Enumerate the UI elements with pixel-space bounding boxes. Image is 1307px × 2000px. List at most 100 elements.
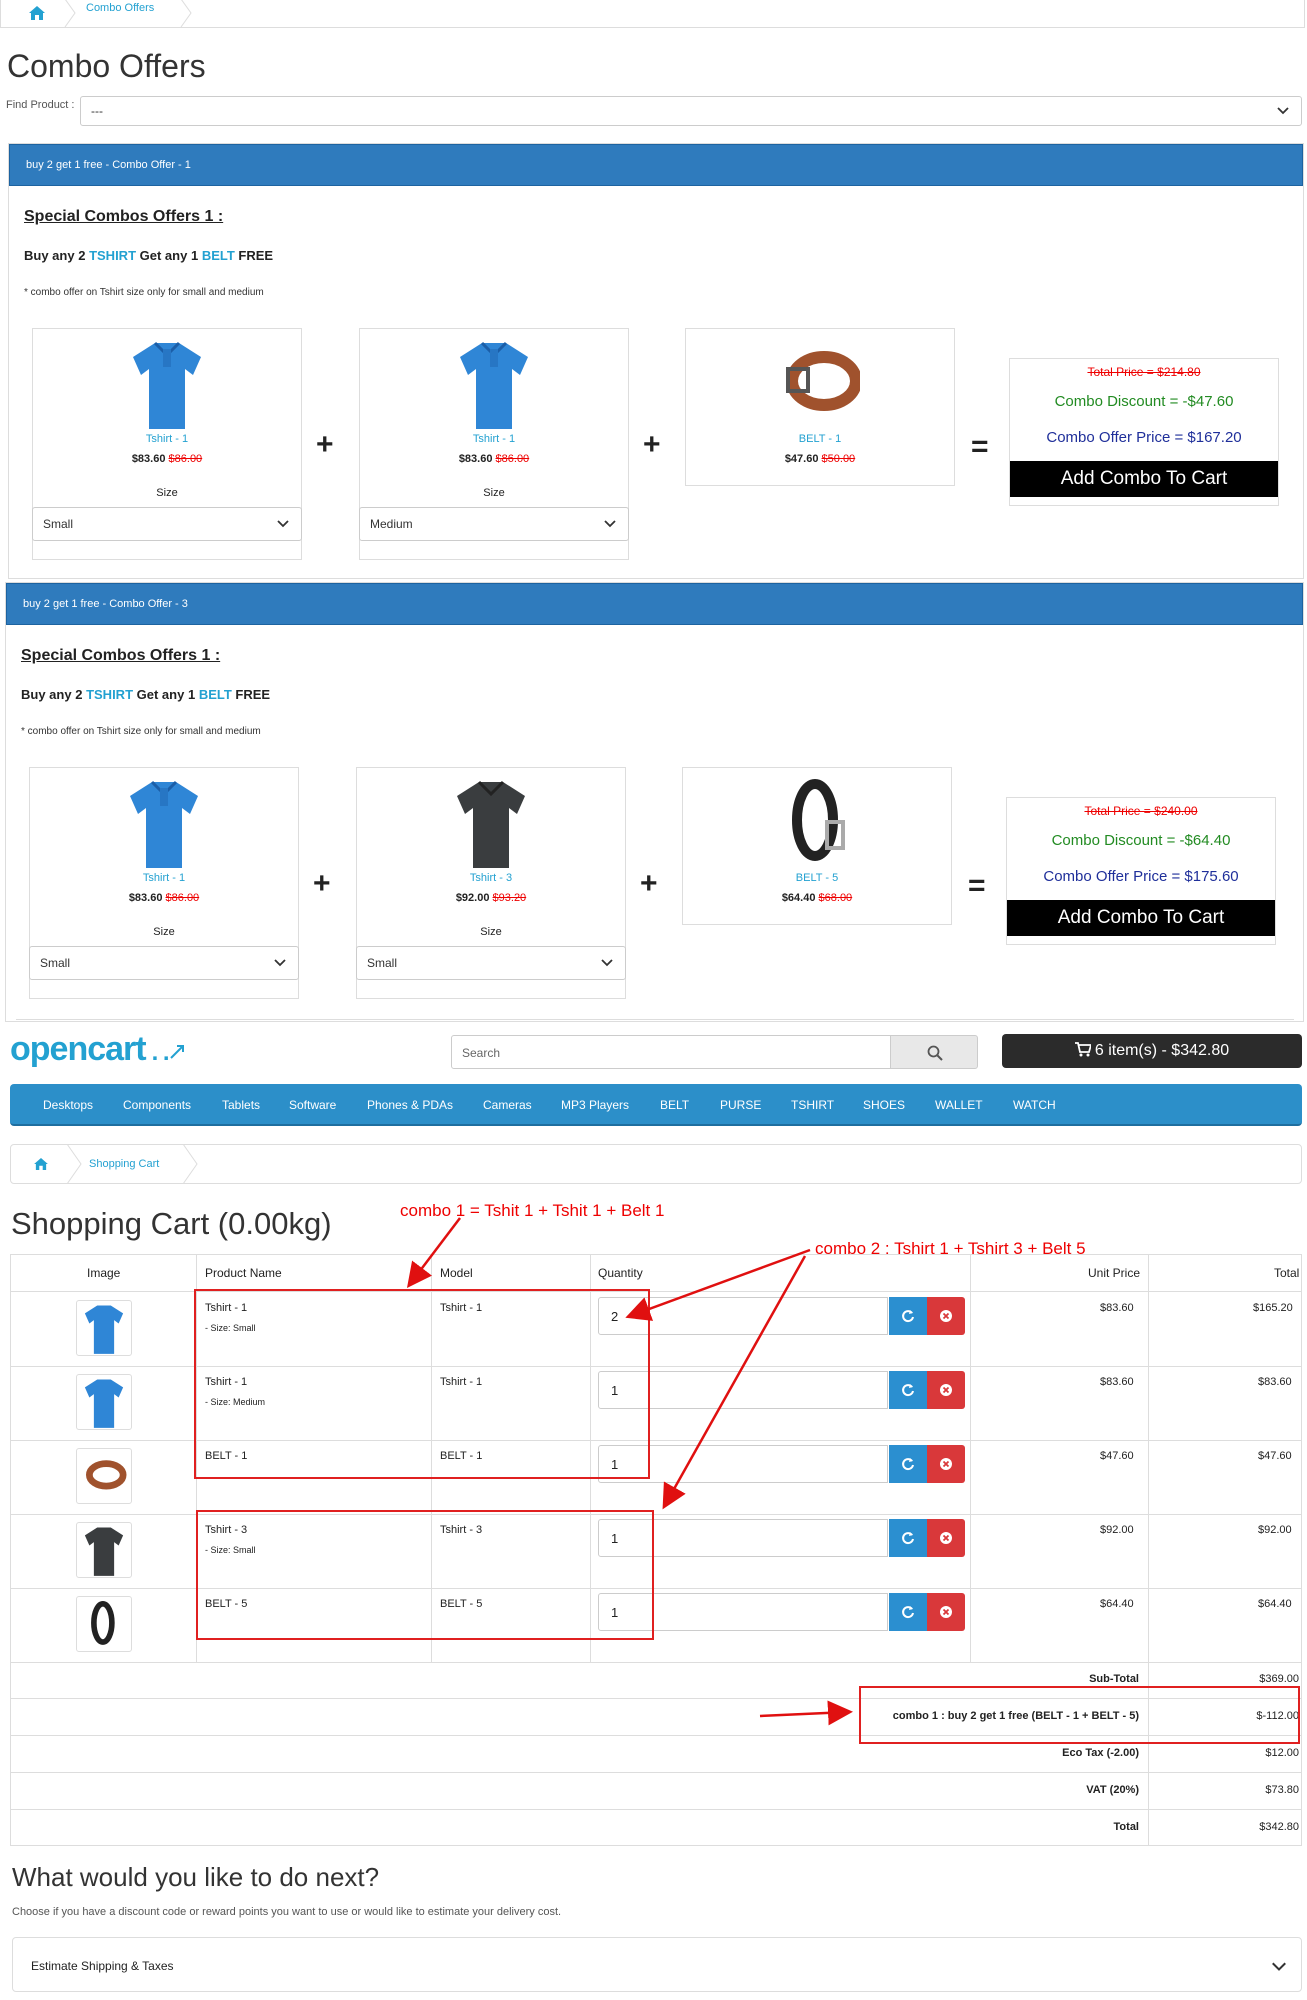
combo-product-name[interactable]: Tshirt - 1	[33, 433, 301, 445]
total-label: Total	[1113, 1821, 1139, 1833]
table-row-thumbnail[interactable]	[76, 1300, 132, 1356]
table-row-thumbnail[interactable]	[76, 1448, 132, 1504]
row-unit-price: $64.40	[1100, 1598, 1134, 1610]
annotation-combo-1: combo 1 = Tshit 1 + Tshit 1 + Belt 1	[400, 1201, 665, 1220]
size-label: Size	[153, 926, 175, 938]
size-select[interactable]: Small	[29, 946, 299, 980]
update-button[interactable]	[889, 1297, 927, 1335]
col-header-quantity: Quantity	[598, 1266, 643, 1280]
col-divider	[1148, 1254, 1149, 1846]
size-select[interactable]: Medium	[359, 507, 629, 541]
combo-product-card: Tshirt - 1 $83.60 $86.00 Size Small	[32, 328, 302, 560]
combo-offer-price: Combo Offer Price = $175.60	[1043, 868, 1239, 885]
combo-product-name[interactable]: BELT - 5	[683, 872, 951, 884]
total-price: Total Price = $214.80	[1087, 365, 1201, 379]
find-product-label: Find Product :	[6, 99, 75, 111]
find-product-select[interactable]: ---	[80, 96, 1302, 126]
nav-item-mp3[interactable]: MP3 Players	[561, 1098, 629, 1112]
plus-sign: +	[640, 867, 658, 900]
belt-brown-icon[interactable]	[780, 335, 860, 431]
nav-item-shoes[interactable]: SHOES	[863, 1098, 905, 1112]
combo-product-name[interactable]: Tshirt - 1	[360, 433, 628, 445]
refresh-icon	[902, 1458, 914, 1471]
nav-item-components[interactable]: Components	[123, 1098, 191, 1112]
tshirt-dark-icon[interactable]	[451, 774, 531, 870]
home-icon[interactable]	[29, 1154, 53, 1174]
breadcrumb-combo-offers[interactable]: Combo Offers	[86, 2, 154, 14]
tshirt-blue-icon[interactable]	[124, 774, 204, 870]
remove-button[interactable]	[927, 1297, 965, 1335]
table-row-thumbnail[interactable]	[76, 1596, 132, 1652]
update-button[interactable]	[889, 1593, 927, 1631]
combo-panel-header: buy 2 get 1 free - Combo Offer - 1	[9, 144, 1303, 186]
row-total: $92.00	[1258, 1524, 1292, 1536]
total-price: Total Price = $240.00	[1084, 804, 1198, 818]
annotation-combo-2: combo 2 : Tshirt 1 + Tshirt 3 + Belt 5	[815, 1239, 1086, 1258]
tshirt-blue-icon	[84, 1379, 124, 1428]
nav-item-purse[interactable]: PURSE	[720, 1098, 761, 1112]
tshirt-blue-icon[interactable]	[127, 335, 207, 431]
eco-tax-label: Eco Tax (-2.00)	[1062, 1747, 1139, 1759]
home-icon[interactable]	[23, 2, 51, 24]
combo-product-price: $92.00 $93.20	[455, 892, 527, 904]
special-combos-title: Special Combos Offers 1 :	[24, 208, 224, 225]
combo-offer-panel-2: buy 2 get 1 free - Combo Offer - 3 Speci…	[5, 582, 1304, 1022]
shopping-cart-icon	[1074, 1042, 1091, 1057]
size-select[interactable]: Small	[32, 507, 302, 541]
remove-button[interactable]	[927, 1371, 965, 1409]
nav-item-wallet[interactable]: WALLET	[935, 1098, 983, 1112]
divider	[16, 1019, 1294, 1020]
special-combos-title: Special Combos Offers 1 :	[21, 647, 221, 664]
add-combo-to-cart-button[interactable]: Add Combo To Cart	[1010, 461, 1278, 497]
remove-icon	[940, 1310, 952, 1322]
combo-product-price: $83.60 $86.00	[458, 453, 530, 465]
remove-button[interactable]	[927, 1593, 965, 1631]
annotation-box-discount	[859, 1686, 1300, 1744]
nav-item-software[interactable]: Software	[289, 1098, 336, 1112]
cart-button[interactable]: 6 item(s) - $342.80	[1002, 1034, 1302, 1068]
breadcrumb-shopping-cart[interactable]: Shopping Cart	[89, 1158, 159, 1170]
remove-icon	[940, 1458, 952, 1470]
nav-item-tshirt[interactable]: TSHIRT	[791, 1098, 834, 1112]
row-unit-price: $47.60	[1100, 1450, 1134, 1462]
nav-item-watch[interactable]: WATCH	[1013, 1098, 1056, 1112]
update-button[interactable]	[889, 1519, 927, 1557]
size-label: Size	[483, 487, 505, 499]
combo-product-name[interactable]: Tshirt - 1	[30, 872, 298, 884]
table-row-thumbnail[interactable]	[76, 1522, 132, 1578]
combo-rule: Buy any 2 TSHIRT Get any 1 BELT FREE	[21, 687, 271, 702]
remove-button[interactable]	[927, 1445, 965, 1483]
search-button[interactable]	[890, 1035, 978, 1069]
estimate-shipping-panel[interactable]: Estimate Shipping & Taxes	[12, 1937, 1302, 1992]
belt-black-icon[interactable]	[777, 774, 857, 870]
update-button[interactable]	[889, 1371, 927, 1409]
combo-product-name[interactable]: Tshirt - 3	[357, 872, 625, 884]
equals-sign: =	[968, 869, 986, 902]
add-combo-to-cart-button[interactable]: Add Combo To Cart	[1007, 900, 1275, 936]
refresh-icon	[902, 1310, 914, 1323]
size-label: Size	[156, 487, 178, 499]
tshirt-blue-icon[interactable]	[454, 335, 534, 431]
opencart-logo[interactable]: opencart. .	[10, 1030, 185, 1069]
nav-item-tablets[interactable]: Tablets	[222, 1098, 260, 1112]
row-total: $165.20	[1253, 1302, 1293, 1314]
table-row-thumbnail[interactable]	[76, 1374, 132, 1430]
nav-item-cameras[interactable]: Cameras	[483, 1098, 532, 1112]
combo-product-card: Tshirt - 1 $83.60 $86.00 Size Small	[29, 767, 299, 999]
row-unit-price: $83.60	[1100, 1376, 1134, 1388]
combo-product-card: BELT - 1 $47.60 $50.00	[685, 328, 955, 486]
update-button[interactable]	[889, 1445, 927, 1483]
search-input[interactable]: Search	[451, 1035, 891, 1069]
next-description: Choose if you have a discount code or re…	[12, 1906, 562, 1918]
combo-product-price: $83.60 $86.00	[128, 892, 200, 904]
nav-item-phones[interactable]: Phones & PDAs	[367, 1098, 453, 1112]
remove-icon	[940, 1384, 952, 1396]
remove-button[interactable]	[927, 1519, 965, 1557]
nav-item-belt[interactable]: BELT	[660, 1098, 689, 1112]
logo-arrow-icon	[169, 1045, 184, 1059]
nav-item-desktops[interactable]: Desktops	[43, 1098, 93, 1112]
size-select[interactable]: Small	[356, 946, 626, 980]
combo-product-name[interactable]: BELT - 1	[686, 433, 954, 445]
find-product-value: ---	[91, 104, 103, 118]
chevron-down-icon	[1272, 1962, 1286, 1971]
